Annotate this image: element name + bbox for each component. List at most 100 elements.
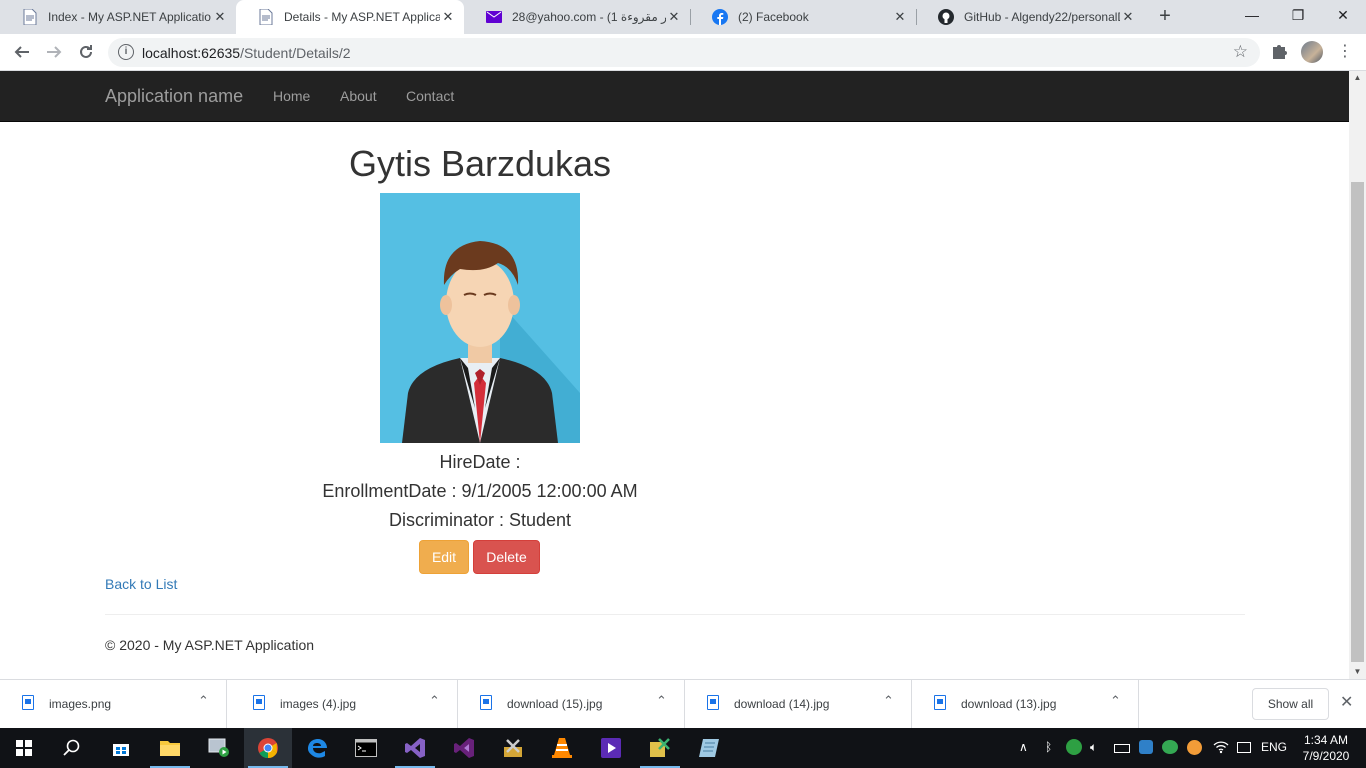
download-item[interactable]: images (4).jpg ⌃ <box>231 680 458 729</box>
vlc-icon[interactable] <box>538 728 586 768</box>
store-icon[interactable] <box>97 728 145 768</box>
search-icon[interactable] <box>48 728 96 768</box>
facebook-icon <box>712 9 728 25</box>
footer-text: © 2020 - My ASP.NET Application <box>105 637 315 653</box>
page-viewport: Application name Home About Contact Gyti… <box>0 71 1349 679</box>
close-icon[interactable]: ✕ <box>1120 9 1136 25</box>
show-all-button[interactable]: Show all <box>1252 688 1329 720</box>
image-file-icon <box>707 695 719 710</box>
file-explorer-icon[interactable] <box>146 728 194 768</box>
taskbar-clock[interactable]: 1:34 AM 7/9/2020 <box>1296 732 1356 764</box>
mail-icon <box>486 9 502 25</box>
tab-title: Details - My ASP.NET Applicati <box>284 10 440 24</box>
back-arrow-icon[interactable] <box>8 38 36 66</box>
terminal-icon[interactable] <box>342 728 390 768</box>
site-info-icon[interactable]: i <box>118 44 134 60</box>
chevron-up-icon[interactable]: ⌃ <box>198 693 209 709</box>
utorrent-icon[interactable] <box>1066 739 1082 755</box>
wifi-icon[interactable] <box>1213 740 1229 757</box>
minimize-button[interactable]: — <box>1229 0 1275 32</box>
url-path: /Student/Details/2 <box>240 45 351 61</box>
app-tray-icon[interactable] <box>1187 740 1202 755</box>
close-icon[interactable]: ✕ <box>440 9 456 25</box>
download-shelf: images.png ⌃ images (4).jpg ⌃ download (… <box>0 679 1366 729</box>
new-tab-button[interactable]: + <box>1153 5 1177 29</box>
language-indicator[interactable]: ENG <box>1261 740 1287 754</box>
windows-start-icon[interactable] <box>0 728 48 768</box>
nav-about[interactable]: About <box>340 88 377 104</box>
restore-button[interactable]: ❐ <box>1275 0 1321 32</box>
address-bar[interactable]: i localhost:62635/Student/Details/2 ☆ <box>108 38 1260 67</box>
tab-yahoo-mail[interactable]: 28@yahoo.com - (1 غير مقروءة) ✕ <box>464 0 690 34</box>
nav-contact[interactable]: Contact <box>406 88 454 104</box>
page-icon <box>22 9 38 25</box>
close-icon[interactable]: ✕ <box>666 9 682 25</box>
tab-github[interactable]: GitHub - Algendy22/personalD ✕ <box>916 0 1144 34</box>
tools-icon[interactable] <box>489 728 537 768</box>
download-filename: images (4).jpg <box>280 697 357 711</box>
profile-avatar[interactable] <box>1301 41 1323 63</box>
enrollment-date: EnrollmentDate : 9/1/2005 12:00:00 AM <box>322 481 638 501</box>
menu-dots-icon[interactable]: ⋮ <box>1337 40 1353 64</box>
bluetooth-icon[interactable]: ᛒ <box>1045 740 1052 754</box>
download-item[interactable]: download (15).jpg ⌃ <box>458 680 685 729</box>
chevron-up-icon[interactable]: ⌃ <box>429 693 440 709</box>
student-name: Gytis Barzdukas <box>348 143 612 184</box>
scroll-down-icon[interactable]: ▼ <box>1349 665 1366 679</box>
nav-home[interactable]: Home <box>273 88 310 104</box>
scrollbar-thumb[interactable] <box>1351 182 1364 662</box>
close-icon[interactable]: ✕ <box>212 9 228 25</box>
discriminator: Discriminator : Student <box>388 510 572 530</box>
window-close-button[interactable]: ✕ <box>1320 0 1366 32</box>
download-item[interactable]: download (14).jpg ⌃ <box>685 680 912 729</box>
chevron-up-icon[interactable]: ⌃ <box>656 693 667 709</box>
sql-tools-icon[interactable] <box>636 728 684 768</box>
download-item[interactable]: images.png ⌃ <box>0 680 227 729</box>
chevron-up-icon[interactable]: ⌃ <box>883 693 894 709</box>
bookmark-star-icon[interactable]: ☆ <box>1233 42 1248 62</box>
chrome-icon[interactable] <box>244 728 292 768</box>
tab-strip: Index - My ASP.NET Applicatio ✕ Details … <box>0 0 1366 34</box>
close-icon[interactable]: ✕ <box>892 9 908 25</box>
tab-index[interactable]: Index - My ASP.NET Applicatio ✕ <box>0 0 236 34</box>
keyboard-icon[interactable] <box>1237 742 1251 753</box>
notes-app-icon[interactable] <box>685 728 733 768</box>
url-host: localhost:62635 <box>142 45 241 61</box>
back-to-list-link[interactable]: Back to List <box>105 576 177 592</box>
url-text: localhost:62635/Student/Details/2 <box>142 45 351 61</box>
chevron-up-icon[interactable]: ∧ <box>1019 740 1028 754</box>
tab-title: 28@yahoo.com - (1 غير مقروءة) <box>512 10 666 24</box>
media-app-icon[interactable] <box>195 728 243 768</box>
battery-icon[interactable] <box>1114 744 1130 753</box>
reload-icon[interactable] <box>72 38 100 66</box>
brand-link[interactable]: Application name <box>105 86 243 107</box>
app-tray-icon[interactable] <box>1139 740 1153 754</box>
download-item[interactable]: download (13).jpg ⌃ <box>912 680 1139 729</box>
tab-title: Index - My ASP.NET Applicatio <box>48 10 211 24</box>
page-scrollbar[interactable]: ▲ ▼ <box>1349 71 1366 679</box>
close-icon[interactable]: ✕ <box>1340 692 1353 712</box>
tab-details[interactable]: Details - My ASP.NET Applicati ✕ <box>236 0 464 34</box>
delete-button[interactable]: Delete <box>473 540 540 574</box>
edge-icon[interactable] <box>293 728 341 768</box>
tab-title: GitHub - Algendy22/personalD <box>964 10 1120 24</box>
scroll-up-icon[interactable]: ▲ <box>1349 71 1366 85</box>
download-filename: images.png <box>49 697 112 711</box>
browser-toolbar: i localhost:62635/Student/Details/2 ☆ <box>0 34 1366 71</box>
tab-facebook[interactable]: (2) Facebook ✕ <box>690 0 916 34</box>
volume-icon[interactable]: 🔈︎ <box>1090 740 1097 755</box>
footer-divider <box>105 614 1245 615</box>
extensions-puzzle-icon[interactable] <box>1270 42 1288 60</box>
chevron-up-icon[interactable]: ⌃ <box>1110 693 1121 709</box>
download-filename: download (14).jpg <box>734 697 830 711</box>
forward-arrow-icon[interactable] <box>40 38 68 66</box>
clock-time: 1:34 AM <box>1303 733 1349 747</box>
image-file-icon <box>253 695 265 710</box>
edit-button[interactable]: Edit <box>419 540 469 574</box>
image-file-icon <box>480 695 492 710</box>
video-editor-icon[interactable] <box>587 728 635 768</box>
visual-studio-icon[interactable] <box>391 728 439 768</box>
visual-studio-icon[interactable] <box>440 728 488 768</box>
sync-icon[interactable] <box>1162 740 1178 754</box>
image-file-icon <box>22 695 34 710</box>
